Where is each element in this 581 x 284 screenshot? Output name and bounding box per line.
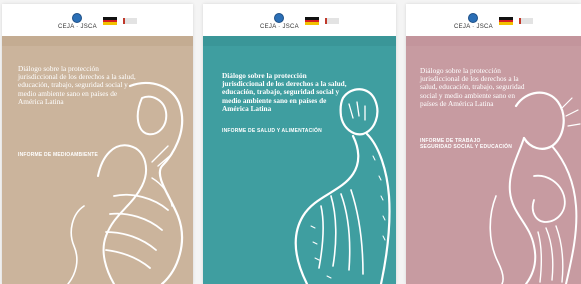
- cover-report-label: INFORME DE MEDIOAMBIENTE: [18, 152, 99, 158]
- giz-logo-icon: [518, 18, 533, 24]
- globe-icon: [274, 12, 285, 23]
- ceja-logo: CEJA · JSCA: [454, 12, 493, 30]
- cover-report-label: INFORME DE SALUD Y ALIMENTACIÓN: [222, 128, 322, 134]
- ceja-logo: CEJA · JSCA: [260, 12, 299, 30]
- covers-gallery: CEJA · JSCA Diálogo sobre la protección …: [0, 0, 581, 284]
- ceja-logo-text: CEJA · JSCA: [454, 23, 493, 30]
- german-flag-icon: [102, 17, 117, 26]
- cover-report-label-line2: SEGURIDAD SOCIAL Y EDUCACIÓN: [420, 144, 513, 150]
- cover-report-label: INFORME DE TRABAJO SEGURIDAD SOCIAL Y ED…: [420, 138, 512, 150]
- partner-logos: CEJA · JSCA: [2, 10, 193, 32]
- ceja-logo-text: CEJA · JSCA: [58, 23, 97, 30]
- giz-logo-icon: [122, 18, 137, 24]
- globe-icon: [72, 12, 83, 23]
- partner-logos: CEJA · JSCA: [203, 10, 396, 32]
- partner-logos: CEJA · JSCA: [406, 10, 581, 32]
- german-flag-icon: [498, 17, 513, 26]
- logo-band: CEJA · JSCA: [203, 4, 396, 36]
- color-strip: [2, 36, 193, 46]
- report-cover-trabajo[interactable]: CEJA · JSCA Diálogo sobre la protección …: [406, 4, 581, 284]
- color-strip: [406, 36, 581, 46]
- color-strip: [203, 36, 396, 46]
- report-cover-medioambiente[interactable]: CEJA · JSCA Diálogo sobre la protección …: [2, 4, 193, 284]
- cover-title: Diálogo sobre la protección jurisdiccion…: [18, 64, 136, 106]
- globe-icon: [468, 12, 479, 23]
- ceja-logo-text: CEJA · JSCA: [260, 23, 299, 30]
- logo-band: CEJA · JSCA: [406, 4, 581, 36]
- logo-band: CEJA · JSCA: [2, 4, 193, 36]
- cover-title: Diálogo sobre la protección jurisdiccion…: [222, 71, 347, 113]
- cover-title: Diálogo sobre la protección jurisdiccion…: [420, 66, 525, 108]
- giz-logo-icon: [324, 18, 339, 24]
- ceja-logo: CEJA · JSCA: [58, 12, 97, 30]
- german-flag-icon: [304, 17, 319, 26]
- report-cover-salud[interactable]: CEJA · JSCA Diálogo sobre la protección …: [203, 4, 396, 284]
